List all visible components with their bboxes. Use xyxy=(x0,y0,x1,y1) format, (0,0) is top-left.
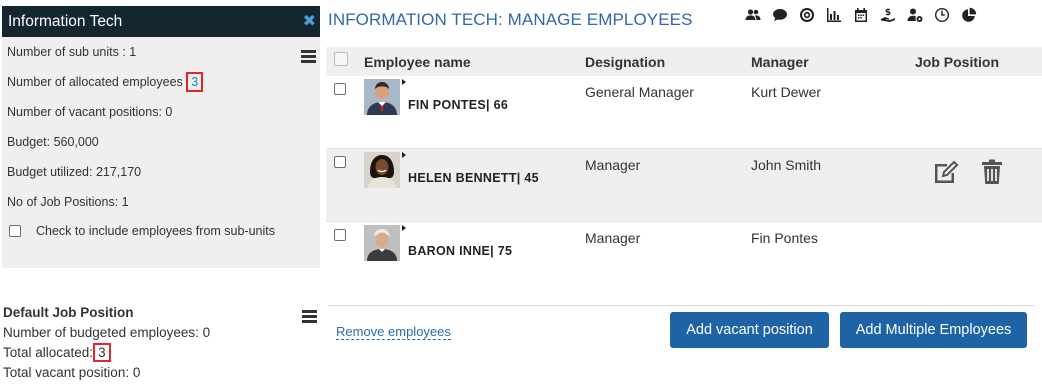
include-subunits-label: Check to include employees from sub-unit… xyxy=(36,224,276,238)
expand-caret-icon[interactable] xyxy=(402,79,406,85)
footer-divider xyxy=(328,305,1034,306)
default-job-position: Default Job Position Number of budgeted … xyxy=(3,305,321,383)
table-row[interactable]: FIN PONTES| 66 General Manager Kurt Dewe… xyxy=(326,76,1042,149)
expand-caret-icon[interactable] xyxy=(402,152,406,158)
total-allocated-label: Total allocated: xyxy=(3,345,94,360)
unit-title: Information Tech xyxy=(8,12,123,30)
header-job-position: Job Position xyxy=(915,53,999,70)
employee-designation: Manager xyxy=(585,157,641,173)
job-positions-stat: No of Job Positions: 1 xyxy=(7,195,129,209)
avatar[interactable] xyxy=(364,152,400,188)
row-checkbox[interactable] xyxy=(334,229,346,241)
users-icon[interactable] xyxy=(744,6,762,24)
job-position-menu-icon[interactable] xyxy=(302,310,317,323)
salary-icon[interactable]: $ xyxy=(879,6,897,24)
unit-header: Information Tech ✖ xyxy=(2,6,320,37)
total-vacant: Total vacant position: 0 xyxy=(3,365,141,380)
expand-caret-icon[interactable] xyxy=(402,225,406,231)
employee-manager: John Smith xyxy=(751,157,822,173)
employee-table: Employee name Designation Manager Job Po… xyxy=(326,47,1042,295)
employee-designation: General Manager xyxy=(585,84,694,100)
sub-units-stat: Number of sub units : 1 xyxy=(7,45,137,59)
close-icon[interactable]: ✖ xyxy=(303,13,316,30)
pie-chart-icon[interactable] xyxy=(960,6,978,24)
table-row[interactable]: BARON INNE| 75 Manager Fin Pontes xyxy=(326,222,1042,295)
header-manager: Manager xyxy=(751,53,809,70)
allocated-employees-stat: Number of allocated employees 3 xyxy=(7,67,320,97)
edit-icon[interactable] xyxy=(932,159,960,185)
employee-manager: Kurt Dewer xyxy=(751,84,822,100)
user-settings-icon[interactable] xyxy=(906,6,924,24)
bar-chart-icon[interactable] xyxy=(825,6,843,24)
avatar[interactable] xyxy=(364,79,400,115)
include-subunits-row: Check to include employees from sub-unit… xyxy=(7,217,320,245)
employee-designation: Manager xyxy=(585,230,641,246)
clock-icon[interactable] xyxy=(933,6,951,24)
calendar-icon[interactable] xyxy=(852,6,870,24)
remove-employees-link[interactable]: Remove employees xyxy=(336,324,451,340)
employee-name[interactable]: HELEN BENNETT| 45 xyxy=(408,171,539,185)
add-vacant-position-button[interactable]: Add vacant position xyxy=(670,312,829,348)
job-position-title: Default Job Position xyxy=(3,305,134,320)
unit-menu-icon[interactable] xyxy=(301,50,316,63)
svg-text:$: $ xyxy=(885,8,891,18)
budget-stat: Budget: 560,000 xyxy=(7,135,99,149)
table-row[interactable]: HELEN BENNETT| 45 Manager John Smith xyxy=(326,149,1042,222)
total-allocated: Total allocated: 3 xyxy=(3,343,321,363)
row-checkbox[interactable] xyxy=(334,83,346,95)
total-allocated-value: 3 xyxy=(93,343,111,362)
employee-name[interactable]: BARON INNE| 75 xyxy=(408,244,512,258)
row-checkbox[interactable] xyxy=(334,156,346,168)
table-header: Employee name Designation Manager Job Po… xyxy=(326,47,1042,76)
vacant-positions-stat: Number of vacant positions: 0 xyxy=(7,105,173,119)
select-all-checkbox[interactable] xyxy=(334,52,348,66)
allocated-employees-link[interactable]: 3 xyxy=(186,72,204,92)
budget-utilized-stat: Budget utilized: 217,170 xyxy=(7,165,142,179)
target-icon[interactable] xyxy=(798,6,816,24)
avatar[interactable] xyxy=(364,225,400,261)
unit-info-panel: Information Tech ✖ Number of sub units :… xyxy=(2,6,320,268)
employee-name[interactable]: FIN PONTES| 66 xyxy=(408,98,508,112)
page-title: INFORMATION TECH: MANAGE EMPLOYEES xyxy=(328,10,693,29)
budgeted-employees: Number of budgeted employees: 0 xyxy=(3,325,211,340)
include-subunits-checkbox[interactable] xyxy=(9,225,21,237)
toolbar: $ xyxy=(744,6,978,24)
delete-icon[interactable] xyxy=(981,159,1003,185)
header-employee-name: Employee name xyxy=(364,53,471,70)
allocated-employees-label: Number of allocated employees xyxy=(7,75,183,89)
header-designation: Designation xyxy=(585,53,666,70)
chat-icon[interactable] xyxy=(771,6,789,24)
employee-manager: Fin Pontes xyxy=(751,230,818,246)
add-multiple-employees-button[interactable]: Add Multiple Employees xyxy=(840,312,1027,348)
unit-stats: Number of sub units : 1 Number of alloca… xyxy=(2,37,320,245)
